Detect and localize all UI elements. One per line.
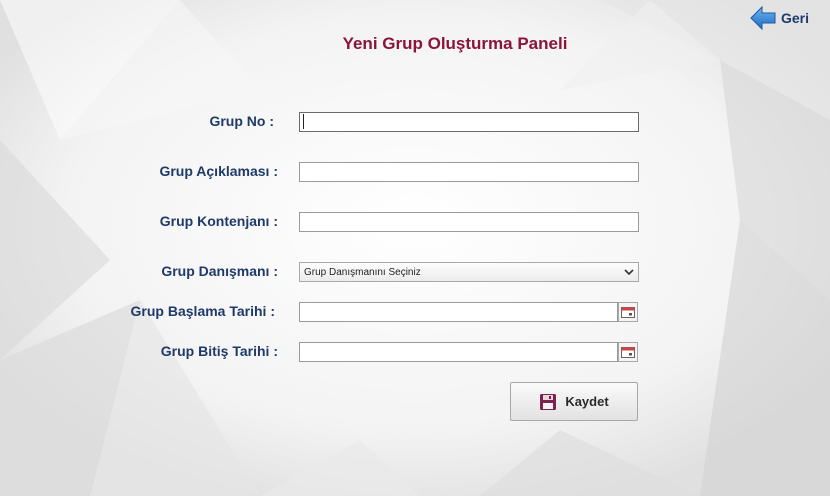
group-description-input[interactable] (299, 162, 639, 182)
back-link[interactable]: Geri (749, 4, 809, 32)
group-start-date-input[interactable] (299, 302, 618, 322)
end-date-calendar-button[interactable] (618, 342, 638, 362)
floppy-disk-icon (540, 393, 557, 410)
group-end-date-input[interactable] (299, 342, 618, 362)
group-start-date-label: Grup Başlama Tarihi : (130, 303, 275, 319)
group-advisor-select[interactable]: Grup Danışmanını Seçiniz (299, 262, 639, 282)
save-label: Kaydet (565, 394, 609, 409)
group-quota-label: Grup Kontenjanı : (159, 213, 278, 229)
group-no-label: Grup No : (209, 113, 274, 129)
group-quota-input[interactable] (299, 212, 639, 232)
back-label: Geri (781, 10, 810, 26)
page-title: Yeni Grup Oluşturma Paneli (342, 34, 568, 53)
group-advisor-selected: Grup Danışmanını Seçiniz (304, 266, 421, 278)
start-date-calendar-button[interactable] (618, 302, 638, 322)
group-no-input[interactable] (299, 112, 639, 132)
group-advisor-label: Grup Danışmanı : (161, 263, 278, 279)
group-end-date-label: Grup Bitiş Tarihi : (160, 343, 278, 359)
arrow-left-icon (750, 5, 776, 31)
calendar-icon (621, 307, 635, 318)
chevron-down-icon (624, 269, 634, 276)
text-caret (303, 114, 304, 129)
save-button[interactable]: Kaydet (510, 382, 638, 421)
background-pattern (0, 0, 830, 496)
calendar-icon (621, 347, 635, 358)
group-description-label: Grup Açıklaması : (159, 163, 278, 179)
